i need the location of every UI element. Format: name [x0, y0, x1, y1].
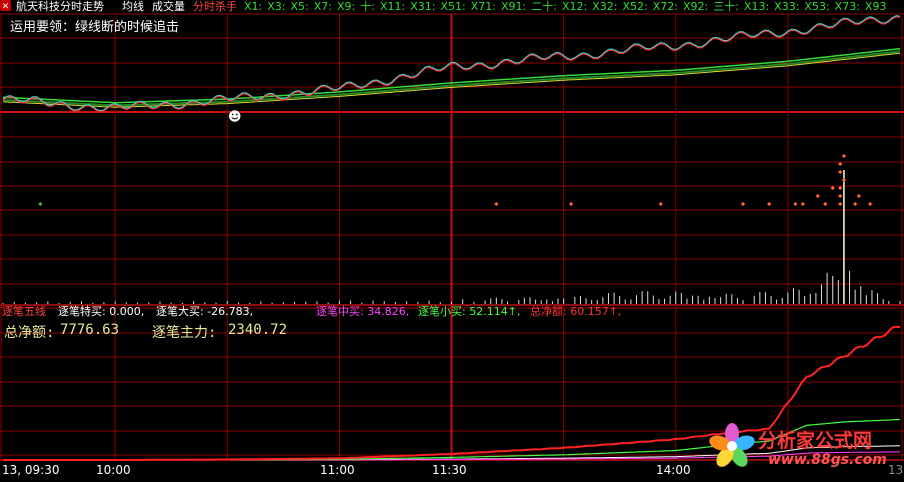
ma-label: 二十:	[531, 0, 557, 13]
indicator-header: ✕ 航天科技分时走势 均线 成交量 分时杀手 X1: X3: X5: X7: X9: 十:…	[0, 0, 904, 14]
legend-item: 逐笔特买: 0.000,	[58, 305, 144, 318]
signal-dot	[830, 185, 835, 191]
ma-label: X13:	[743, 0, 770, 13]
signal-dot	[853, 201, 858, 207]
ma-label: X91:	[500, 0, 527, 13]
avg-line-label: 均线	[122, 0, 144, 13]
ma-label: X12:	[561, 0, 588, 13]
legend-item-label: 逐笔小买:	[418, 305, 466, 318]
time-label-1400: 14:00	[656, 463, 691, 477]
signal-dot	[838, 169, 843, 175]
legend-item: 逐笔小买: 52.114↑,	[418, 305, 520, 318]
legend-item-value: -26.783,	[203, 305, 254, 318]
signal-dot	[867, 201, 873, 207]
legend-item-label: 逐笔大买:	[156, 305, 204, 318]
legend-item-value: 60.157↑,	[566, 305, 622, 318]
time-label-1100: 11:00	[320, 463, 355, 477]
legend-item-label: 总净额:	[530, 305, 567, 318]
legend-item-value: 52.114↑,	[465, 305, 521, 318]
grid-lines	[0, 13, 904, 461]
logo-text: 分析家公式网	[758, 430, 873, 452]
legend-item-label: 逐笔特买:	[58, 305, 106, 318]
legend-item: 总净额: 60.157↑,	[530, 305, 621, 318]
legend-item-value: 34.826,	[363, 305, 410, 318]
smiley-icon	[228, 109, 241, 123]
ma-label: X71:	[470, 0, 496, 13]
main-force-label: 逐笔主力:	[152, 325, 217, 341]
chart-canvas	[0, 13, 904, 461]
ma-label: X92:	[682, 0, 709, 13]
legend-item-label: 逐笔中买:	[316, 305, 364, 318]
lower-legend-title: 逐笔五线	[2, 305, 46, 318]
ma-label: X32:	[592, 0, 618, 13]
net-amount-value: 7776.63	[60, 322, 120, 338]
signal-dot	[658, 201, 663, 207]
ma-label: X5:	[290, 0, 309, 13]
signal-dot	[823, 201, 828, 207]
ma-label: X53:	[804, 0, 830, 13]
logo-url: www.88gs.com	[768, 452, 887, 468]
ma-label: X9:	[337, 0, 356, 13]
smiley-eye	[235, 113, 238, 116]
signal-dot	[568, 201, 574, 207]
main-force-value: 2340.72	[228, 322, 288, 338]
ma-labels: X1: X3: X5: X7: X9: 十: X11: X31: X51: X71: X91: 二十:…	[244, 0, 891, 14]
close-icon[interactable]: ✕	[0, 0, 11, 12]
time-label-1000: 10:00	[96, 463, 131, 477]
indicator-name: 分时杀手	[193, 0, 237, 13]
legend-item: 逐笔中买: 34.826,	[316, 305, 409, 318]
time-label-1130: 11:30	[432, 463, 467, 477]
stock-title: 航天科技分时走势	[16, 0, 104, 13]
signal-dot	[841, 153, 847, 159]
smiley-eye	[231, 113, 234, 116]
signal-dot	[38, 201, 43, 207]
signal-dot	[838, 185, 843, 191]
signal-dot	[838, 161, 843, 167]
legend-item-value: 0.000,	[105, 305, 145, 318]
signal-dot	[838, 193, 843, 199]
flower-icon	[709, 423, 755, 467]
signal-dot	[838, 201, 843, 207]
ma-label: X52:	[622, 0, 648, 13]
ma-label: X1:	[244, 0, 263, 13]
ma-label: X33:	[774, 0, 800, 13]
legend-item: 逐笔大买: -26.783,	[156, 305, 253, 318]
signal-dot	[856, 193, 862, 199]
smiley-face	[228, 109, 241, 123]
usage-hint: 运用要领：绿线断的时候追击	[10, 20, 180, 35]
ma-label: X11:	[379, 0, 406, 13]
signal-dot	[793, 201, 798, 207]
signal-dot	[740, 201, 746, 207]
ma-label: X31:	[410, 0, 436, 13]
ma-label: X3:	[267, 0, 286, 13]
signal-dot	[841, 177, 847, 183]
ma-label: X73:	[834, 0, 860, 13]
ma-label: 三十:	[713, 0, 739, 13]
ma-label: X93	[864, 0, 887, 13]
time-label-0930: 13, 09:30	[2, 463, 60, 477]
net-amount-label: 总净额:	[4, 325, 55, 341]
signal-dot	[815, 193, 820, 199]
volume-label: 成交量	[152, 0, 185, 13]
ma-label: X72:	[652, 0, 678, 13]
watermark-logo: 分析家公式网 www.88gs.com	[706, 418, 904, 474]
ma-label: 十:	[360, 0, 375, 13]
signal-dot	[767, 201, 772, 207]
signal-dot	[800, 201, 805, 207]
ma-label: X51:	[440, 0, 466, 13]
ma-label: X7:	[313, 0, 332, 13]
signal-dot	[494, 201, 499, 207]
